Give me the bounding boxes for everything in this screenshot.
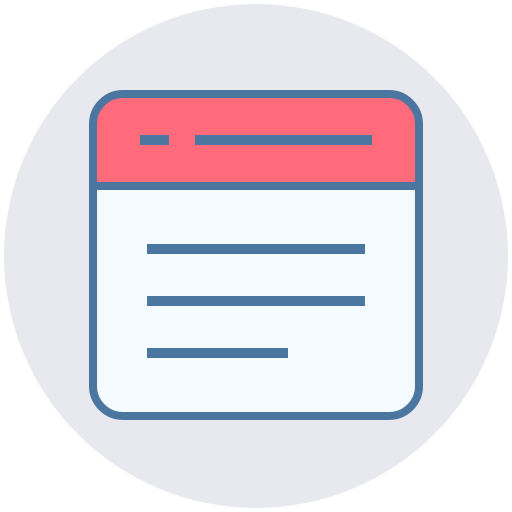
browser-window-icon bbox=[4, 4, 508, 508]
icon-stage bbox=[0, 0, 512, 512]
